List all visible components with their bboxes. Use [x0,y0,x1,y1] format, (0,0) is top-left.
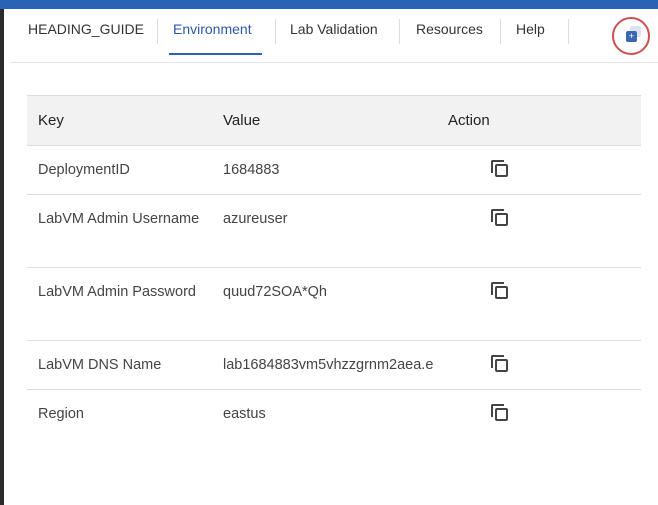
divider [399,19,400,44]
row-value: 1684883 [212,145,448,195]
row-value: eastus [212,389,448,439]
tab-nav: HEADING_GUIDE Environment Lab Validation… [10,9,658,63]
divider [275,19,276,44]
copy-icon[interactable] [491,282,508,299]
active-tab-indicator [169,53,262,55]
row-value: quud72SOA*Qh [212,267,448,341]
expand-panel-button[interactable]: + [612,17,650,55]
table-row: LabVM Admin Username azureuser [27,194,641,268]
header-key: Key [27,95,212,146]
table-row: Region eastus [27,389,641,439]
row-key: LabVM DNS Name [27,340,212,390]
table-header: Key Value Action [27,95,641,146]
row-key: LabVM Admin Username [27,194,212,268]
copy-icon[interactable] [491,404,508,421]
tab-resources[interactable]: Resources [416,21,483,37]
row-value: azureuser [212,194,448,268]
environment-table: Key Value Action DeploymentID 1684883 La… [27,95,641,439]
tab-help[interactable]: Help [516,21,545,37]
row-key: Region [27,389,212,439]
table-row: LabVM Admin Password quud72SOA*Qh [27,267,641,341]
divider [500,19,501,44]
table-row: LabVM DNS Name lab1684883vm5vhzzgrnm2aea… [27,340,641,390]
row-key: LabVM Admin Password [27,267,212,341]
left-edge [0,9,4,505]
header-value: Value [212,95,448,146]
copy-icon[interactable] [491,355,508,372]
top-bar [0,0,658,9]
header-action: Action [448,95,641,146]
row-key: DeploymentID [27,145,212,195]
divider [568,19,569,44]
table-row: DeploymentID 1684883 [27,145,641,195]
divider [157,19,158,44]
tab-heading-guide[interactable]: HEADING_GUIDE [28,21,144,37]
tab-environment[interactable]: Environment [173,21,252,37]
copy-icon[interactable] [491,160,508,177]
expand-panel-icon: + [626,31,637,42]
tab-lab-validation[interactable]: Lab Validation [290,21,378,37]
copy-icon[interactable] [491,209,508,226]
row-value: lab1684883vm5vhzzgrnm2aea.e [212,340,448,390]
